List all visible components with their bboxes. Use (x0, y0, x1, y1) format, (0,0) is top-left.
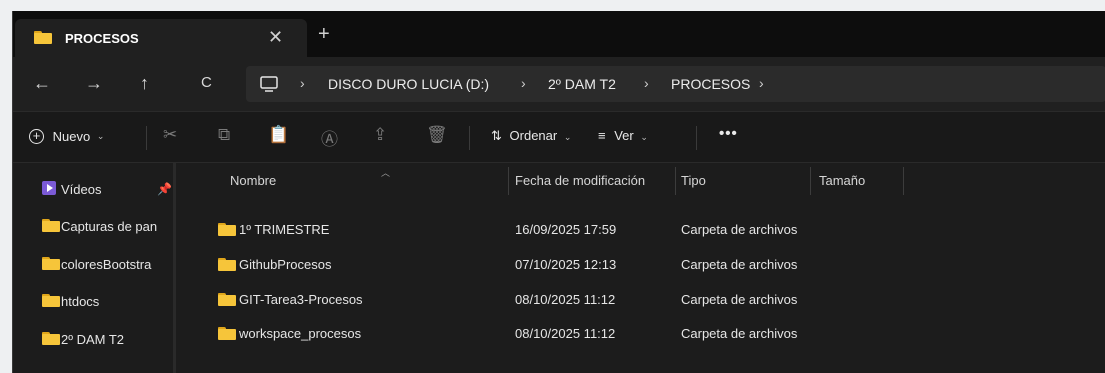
file-type: Carpeta de archivos (681, 292, 798, 307)
navigation-pane: Vídeos 📌 Capturas de pan coloresBootstra… (13, 163, 176, 373)
folder-icon (42, 332, 60, 345)
divider (469, 126, 470, 150)
view-label: Ver (614, 128, 634, 143)
column-divider[interactable] (903, 167, 904, 195)
table-row[interactable]: GithubProcesos 07/10/2025 12:13 Carpeta … (193, 248, 1105, 282)
tab-title: PROCESOS (65, 31, 139, 46)
sidebar-item-coloresbootstrap[interactable]: coloresBootstra (13, 248, 176, 280)
breadcrumb-separator-icon: › (521, 75, 526, 91)
folder-icon (218, 258, 236, 271)
new-tab-button[interactable]: + (318, 24, 330, 44)
file-modified: 08/10/2025 11:12 (515, 326, 616, 341)
folder-icon (34, 31, 52, 44)
back-button[interactable]: ← (33, 73, 51, 93)
column-header-type[interactable]: Tipo (681, 173, 706, 188)
breadcrumb-disk[interactable]: DISCO DURO LUCIA (D:) (328, 76, 489, 92)
up-button[interactable]: ↑ (140, 73, 149, 93)
tab-procesos[interactable]: PROCESOS ✕ (15, 19, 307, 57)
new-label: Nuevo (52, 129, 91, 145)
table-row[interactable]: 1º TRIMESTRE 16/09/2025 17:59 Carpeta de… (193, 213, 1105, 247)
sort-icon: ⇅ (491, 128, 502, 143)
table-row[interactable]: workspace_procesos 08/10/2025 11:12 Carp… (193, 317, 1105, 351)
view-lines-icon: ≡ (598, 128, 606, 143)
file-name: workspace_procesos (239, 326, 362, 341)
sidebar-item-capturas[interactable]: Capturas de pan (13, 210, 176, 242)
chevron-down-icon: ⌄ (563, 132, 572, 142)
column-divider[interactable] (810, 167, 811, 195)
file-modified: 16/09/2025 17:59 (515, 222, 617, 237)
folder-icon (218, 327, 236, 340)
chevron-down-icon: ⌄ (640, 132, 648, 142)
pin-icon: 📌 (157, 182, 172, 196)
video-icon (42, 181, 56, 195)
breadcrumb-separator-icon[interactable]: › (759, 75, 764, 91)
table-row[interactable]: GIT-Tarea3-Procesos 08/10/2025 11:12 Car… (193, 283, 1105, 317)
column-divider[interactable] (675, 167, 676, 195)
view-button[interactable]: ≡ Ver ⌄ (598, 128, 648, 143)
breadcrumb-dam[interactable]: 2º DAM T2 (548, 76, 616, 92)
rename-icon[interactable]: Ⓐ (321, 125, 338, 150)
new-button[interactable]: + Nuevo ⌄ (29, 128, 105, 145)
paste-icon[interactable]: 📋 (268, 125, 289, 145)
sidebar-item-label: 2º DAM T2 (61, 332, 125, 347)
folder-icon (42, 294, 60, 307)
folder-icon (218, 293, 236, 306)
sidebar-item-2-dam-t2[interactable]: 2º DAM T2 (13, 323, 176, 355)
cut-icon[interactable]: ✂ (163, 125, 177, 145)
column-divider[interactable] (508, 167, 509, 195)
sidebar-item-label: htdocs (61, 294, 100, 309)
sidebar-item-videos[interactable]: Vídeos 📌 (13, 173, 176, 205)
column-header-modified[interactable]: Fecha de modificación (515, 173, 645, 188)
command-bar: + Nuevo ⌄ ✂ ⧉ 📋 Ⓐ ⇪ 🗑 ⇅ Ordenar ⌄ ≡ Ver … (13, 111, 1105, 163)
chevron-down-icon: ⌄ (96, 131, 105, 142)
sort-caret-icon: ︿ (381, 168, 391, 178)
sidebar-item-label: Vídeos (61, 182, 102, 197)
share-icon[interactable]: ⇪ (373, 125, 387, 145)
breadcrumb-separator-icon: › (644, 75, 649, 91)
breadcrumb-separator-icon: › (300, 75, 305, 91)
file-name: 1º TRIMESTRE (239, 222, 330, 237)
sidebar-item-label: coloresBootstra (61, 257, 152, 272)
more-options-button[interactable]: ••• (719, 125, 738, 142)
address-bar[interactable]: › DISCO DURO LUCIA (D:) › 2º DAM T2 › PR… (246, 66, 1105, 102)
sort-label: Ordenar (509, 128, 558, 143)
plus-circle-icon: + (29, 129, 44, 145)
file-name: GIT-Tarea3-Procesos (239, 292, 363, 307)
file-explorer-window: PROCESOS ✕ + ← → ↑ C › DISCO DURO LUCIA … (12, 11, 1105, 373)
close-tab-button[interactable]: ✕ (268, 27, 283, 48)
tab-bar: PROCESOS ✕ + (13, 11, 1105, 57)
delete-icon[interactable]: 🗑 (426, 125, 448, 145)
divider (146, 126, 147, 150)
refresh-button[interactable]: C (201, 73, 212, 93)
navigation-bar: ← → ↑ C › DISCO DURO LUCIA (D:) › 2º DAM… (13, 57, 1105, 111)
file-modified: 07/10/2025 12:13 (515, 257, 617, 272)
folder-icon (42, 257, 60, 270)
column-header-name[interactable]: Nombre (230, 173, 276, 188)
sidebar-scrollbar[interactable] (173, 163, 176, 373)
column-header-size[interactable]: Tamaño (819, 173, 865, 188)
file-type: Carpeta de archivos (681, 222, 798, 237)
breadcrumb-procesos[interactable]: PROCESOS (671, 76, 750, 92)
file-type: Carpeta de archivos (681, 326, 798, 341)
file-list: ︿ Nombre Fecha de modificación Tipo Tama… (193, 163, 1105, 373)
sidebar-item-label: Capturas de pan (61, 219, 158, 234)
file-modified: 08/10/2025 11:12 (515, 292, 616, 307)
folder-icon (42, 219, 60, 232)
this-pc-icon (260, 76, 278, 92)
sort-button[interactable]: ⇅ Ordenar ⌄ (491, 128, 571, 144)
folder-icon (218, 223, 236, 236)
sidebar-item-htdocs[interactable]: htdocs (13, 285, 176, 317)
file-type: Carpeta de archivos (681, 257, 798, 272)
file-name: GithubProcesos (239, 257, 332, 272)
copy-icon[interactable]: ⧉ (218, 125, 230, 145)
divider (696, 126, 697, 150)
forward-button[interactable]: → (85, 73, 103, 93)
